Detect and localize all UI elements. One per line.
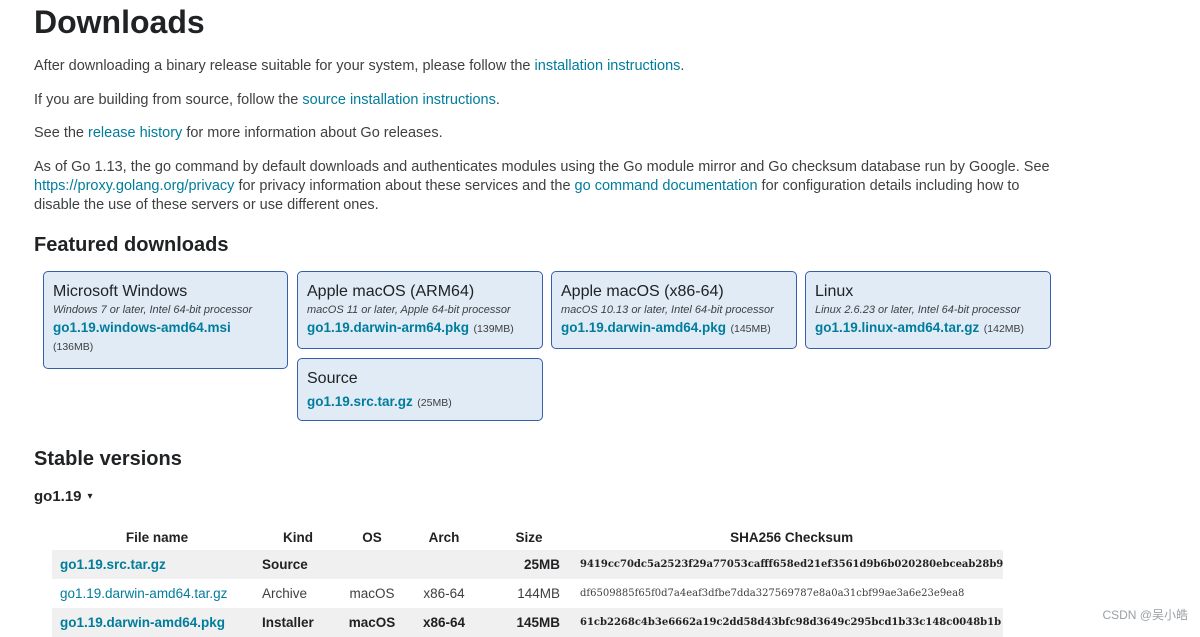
download-card-windows[interactable]: Microsoft Windows Windows 7 or later, In… xyxy=(43,271,288,369)
intro-paragraph-1: After downloading a binary release suita… xyxy=(34,57,1064,76)
intro-paragraph-2: If you are building from source, follow … xyxy=(34,91,1064,110)
os-cell: macOS xyxy=(334,608,410,637)
stable-versions-heading: Stable versions xyxy=(34,448,182,470)
proxy-privacy-link[interactable]: https://proxy.golang.org/privacy xyxy=(34,178,234,194)
arch-cell: x86-64 xyxy=(423,586,465,601)
installation-instructions-link[interactable]: installation instructions xyxy=(535,58,681,74)
os-cell xyxy=(334,550,410,579)
size-cell: 25MB xyxy=(478,550,580,579)
card-requirements: macOS 10.13 or later, Intel 64-bit proce… xyxy=(561,304,774,316)
card-size: (139MB) xyxy=(473,323,514,335)
checksum-cell: 61cb2268c4b3e6662a19c2dd58d43bfc98d3649c… xyxy=(580,608,1004,637)
arch-cell xyxy=(410,550,478,579)
column-header-os: OS xyxy=(362,529,382,545)
file-link[interactable]: go1.19.darwin-amd64.tar.gz xyxy=(60,586,227,601)
card-size: (142MB) xyxy=(983,323,1025,335)
caret-down-icon: ▾ xyxy=(87,491,93,502)
checksum-cell: df6509885f65f0d7a4eaf3dfbe7dda327569787e… xyxy=(580,588,965,599)
file-link[interactable]: go1.19.src.tar.gz xyxy=(60,557,166,572)
file-name-cell: go1.19.darwin-amd64.pkg xyxy=(52,608,262,637)
release-history-link[interactable]: release history xyxy=(88,125,182,141)
column-header-kind: Kind xyxy=(283,529,313,545)
download-card-macos-arm64[interactable]: Apple macOS (ARM64) macOS 11 or later, A… xyxy=(297,271,543,349)
download-card-macos-x86[interactable]: Apple macOS (x86-64) macOS 10.13 or late… xyxy=(551,271,797,349)
card-requirements: macOS 11 or later, Apple 64-bit processo… xyxy=(307,304,511,316)
size-cell: 145MB xyxy=(478,608,580,637)
download-card-linux[interactable]: Linux Linux 2.6.23 or later, Intel 64-bi… xyxy=(805,271,1051,349)
card-size: (136MB) xyxy=(53,341,94,353)
intro-paragraph-4: As of Go 1.13, the go command by default… xyxy=(34,158,1064,215)
card-title: Linux xyxy=(815,283,854,300)
card-size: (145MB) xyxy=(730,323,771,335)
os-cell: macOS xyxy=(349,586,395,601)
card-filename[interactable]: go1.19.darwin-arm64.pkg xyxy=(307,320,469,335)
table-row: go1.19.darwin-amd64.tar.gz Archive macOS… xyxy=(52,579,1003,608)
intro-text: for privacy information about these serv… xyxy=(234,178,575,194)
card-title: Apple macOS (ARM64) xyxy=(307,283,475,300)
checksum-cell: 9419cc70dc5a2523f29a77053cafff658ed21ef3… xyxy=(580,550,1004,579)
card-filename[interactable]: go1.19.linux-amd64.tar.gz xyxy=(815,320,979,335)
column-header-checksum: SHA256 Checksum xyxy=(730,529,854,545)
watermark: CSDN @吴小皓 xyxy=(1102,608,1188,622)
featured-downloads-heading: Featured downloads xyxy=(34,234,229,256)
source-installation-link[interactable]: source installation instructions xyxy=(302,92,495,108)
intro-text: As of Go 1.13, the go command by default… xyxy=(34,159,1050,175)
version-label: go1.19 xyxy=(34,488,82,505)
column-header-file-name: File name xyxy=(125,529,189,545)
intro-text: After downloading a binary release suita… xyxy=(34,58,535,74)
card-size: (25MB) xyxy=(417,397,452,409)
kind-cell: Archive xyxy=(262,586,308,601)
card-title: Microsoft Windows xyxy=(53,283,188,300)
table-row: go1.19.darwin-amd64.pkg Installer macOS … xyxy=(52,608,1004,637)
kind-cell: Installer xyxy=(262,608,334,637)
intro-text: . xyxy=(680,58,685,74)
go-command-docs-link[interactable]: go command documentation xyxy=(575,178,758,194)
card-requirements: Linux 2.6.23 or later, Intel 64-bit proc… xyxy=(815,304,1021,316)
page-title: Downloads xyxy=(34,4,205,40)
intro-paragraph-3: See the release history for more informa… xyxy=(34,124,1064,143)
card-filename[interactable]: go1.19.src.tar.gz xyxy=(307,394,413,409)
version-toggle[interactable]: go1.19 ▾ xyxy=(34,488,93,505)
intro-text: See the xyxy=(34,125,89,141)
card-filename[interactable]: go1.19.darwin-amd64.pkg xyxy=(561,320,726,335)
size-cell: 144MB xyxy=(517,586,560,601)
card-title: Source xyxy=(307,370,358,387)
intro-text: . xyxy=(495,92,500,108)
table-header-row: File name Kind OS Arch Size SHA256 Check… xyxy=(52,524,1003,550)
intro-text: for more information about Go releases. xyxy=(182,125,443,141)
arch-cell: x86-64 xyxy=(410,608,478,637)
downloads-table: File name Kind OS Arch Size SHA256 Check… xyxy=(52,524,1004,637)
card-filename[interactable]: go1.19.windows-amd64.msi xyxy=(53,318,277,337)
card-title: Apple macOS (x86-64) xyxy=(561,283,724,300)
file-name-cell: go1.19.darwin-amd64.tar.gz xyxy=(52,579,262,608)
kind-cell: Source xyxy=(262,550,334,579)
card-requirements: Windows 7 or later, Intel 64-bit process… xyxy=(53,304,253,316)
download-card-source[interactable]: Source go1.19.src.tar.gz (25MB) xyxy=(297,358,543,421)
intro-text: If you are building from source, follow … xyxy=(34,92,303,108)
column-header-size: Size xyxy=(515,529,543,545)
table-row: go1.19.src.tar.gz Source 25MB 9419cc70dc… xyxy=(52,550,1004,579)
column-header-arch: Arch xyxy=(428,529,460,545)
file-name-cell: go1.19.src.tar.gz xyxy=(52,550,262,579)
